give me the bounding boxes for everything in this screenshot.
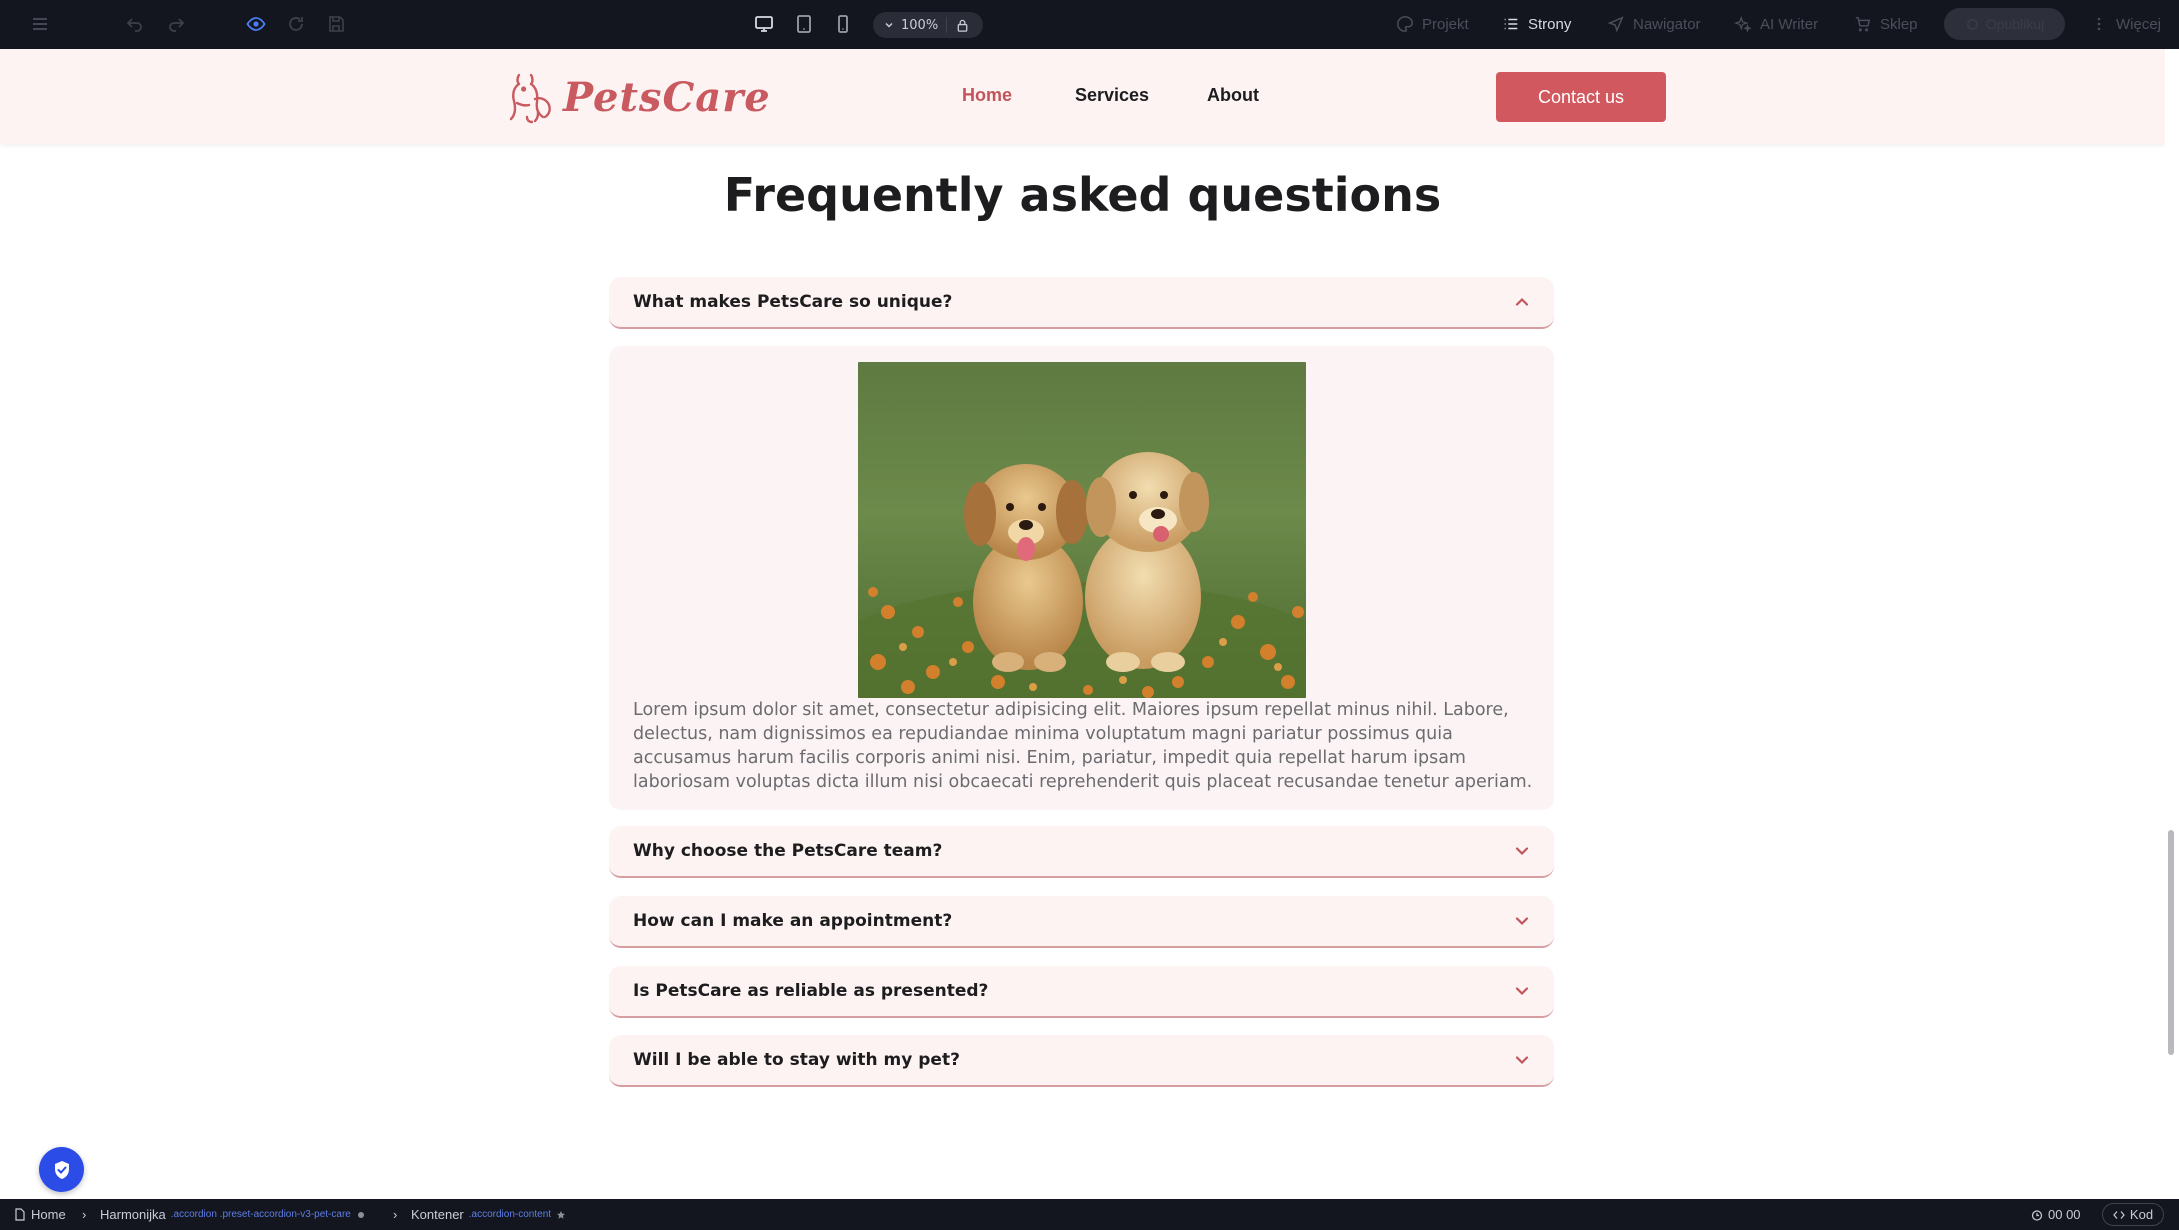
projekt-menu[interactable]: Projekt — [1396, 12, 1469, 36]
publish-button[interactable]: Opublikuj — [1944, 8, 2065, 40]
accordion-question: What makes PetsCare so unique? — [633, 292, 953, 312]
desktop-view-icon[interactable] — [752, 12, 776, 36]
refresh-icon[interactable] — [284, 12, 308, 36]
code-icon — [2113, 1210, 2125, 1219]
privacy-shield-button[interactable] — [39, 1147, 84, 1192]
accordion-item-1[interactable]: What makes PetsCare so unique? — [609, 277, 1554, 329]
chevron-down-icon — [1512, 1050, 1532, 1070]
scrollbar-thumb[interactable] — [2168, 830, 2174, 1055]
hamburger-menu-icon[interactable] — [28, 12, 52, 36]
palette-icon — [1397, 16, 1413, 32]
save-icon[interactable] — [324, 12, 348, 36]
breadcrumb-class: .accordion .preset-accordion-v3-pet-care — [170, 1209, 351, 1220]
nav-services[interactable]: Services — [1075, 85, 1149, 106]
logo-text: PetsCare — [563, 73, 771, 121]
breadcrumb-separator: › — [82, 1207, 87, 1222]
redo-icon[interactable] — [164, 12, 188, 36]
breadcrumb-home[interactable]: Home — [14, 1207, 66, 1222]
accordion-item-5[interactable]: Will I be able to stay with my pet? — [609, 1035, 1554, 1087]
editor-status-bar: Home › Harmonijka .accordion .preset-acc… — [0, 1199, 2179, 1230]
undo-icon[interactable] — [123, 12, 147, 36]
zoom-control[interactable]: 100% — [873, 12, 983, 38]
accordion-item-2[interactable]: Why choose the PetsCare team? — [609, 826, 1554, 878]
chevron-down-icon — [1512, 981, 1532, 1001]
site-logo[interactable]: PetsCare — [505, 69, 771, 125]
navigator-icon — [1607, 16, 1624, 33]
rocket-icon — [1966, 18, 1978, 30]
wiecej-menu[interactable]: Więcej — [2090, 12, 2161, 36]
zoom-divider — [946, 17, 948, 33]
breadcrumb-kontener[interactable]: Kontener .accordion-content — [411, 1207, 566, 1222]
puppies-image — [858, 362, 1306, 698]
star-icon — [557, 1210, 566, 1219]
accordion-question: Is PetsCare as reliable as presented? — [633, 981, 989, 1001]
strony-menu[interactable]: Strony — [1502, 12, 1571, 36]
pets-logo-icon — [509, 73, 551, 124]
zoom-value: 100% — [901, 17, 939, 33]
breadcrumb-separator: › — [393, 1207, 398, 1222]
faq-title: Frequently asked questions — [723, 168, 1442, 222]
shield-check-icon — [54, 1160, 69, 1179]
ai-writer-menu[interactable]: AI Writer — [1734, 12, 1818, 36]
contact-us-button[interactable]: Contact us — [1496, 72, 1666, 122]
chevron-down-icon — [1512, 911, 1532, 931]
cart-icon — [1855, 16, 1871, 32]
accordion-question: Why choose the PetsCare team? — [633, 841, 943, 861]
preview-eye-icon[interactable] — [244, 12, 268, 36]
tablet-view-icon[interactable] — [792, 12, 816, 36]
chevron-down-icon — [1512, 841, 1532, 861]
accordion-item-3[interactable]: How can I make an appointment? — [609, 896, 1554, 948]
accordion-question: Will I be able to stay with my pet? — [633, 1050, 960, 1070]
timer: 00 00 — [2031, 1207, 2081, 1222]
accordion-content: Lorem ipsum dolor sit amet, consectetur … — [609, 346, 1554, 810]
breadcrumb-harmonijka[interactable]: Harmonijka .accordion .preset-accordion-… — [100, 1207, 366, 1222]
accordion-item-4[interactable]: Is PetsCare as reliable as presented? — [609, 966, 1554, 1018]
accordion-answer-text: Lorem ipsum dolor sit amet, consectetur … — [633, 700, 1533, 792]
site-header: PetsCare Home Services About Contact us — [0, 49, 2165, 144]
chevron-up-icon — [1512, 292, 1532, 312]
breadcrumb-class: .accordion-content — [468, 1209, 552, 1220]
nawigator-menu[interactable]: Nawigator — [1607, 12, 1701, 36]
list-icon — [1504, 18, 1518, 30]
code-button[interactable]: Kod — [2102, 1203, 2164, 1226]
more-vertical-icon — [2097, 17, 2101, 31]
clock-icon — [2031, 1209, 2043, 1221]
sparkle-icon — [1734, 15, 1752, 33]
mobile-view-icon[interactable] — [831, 12, 855, 36]
accordion-question: How can I make an appointment? — [633, 911, 953, 931]
nav-about[interactable]: About — [1207, 85, 1259, 106]
preset-icon — [357, 1211, 364, 1218]
editor-toolbar: 100% Projekt Strony Nawigator AI Writer … — [0, 0, 2179, 49]
page-icon — [15, 1208, 25, 1221]
sklep-menu[interactable]: Sklep — [1854, 12, 1918, 36]
chevron-down-icon — [883, 19, 895, 31]
lock-icon[interactable] — [955, 18, 970, 33]
nav-home[interactable]: Home — [962, 85, 1012, 106]
